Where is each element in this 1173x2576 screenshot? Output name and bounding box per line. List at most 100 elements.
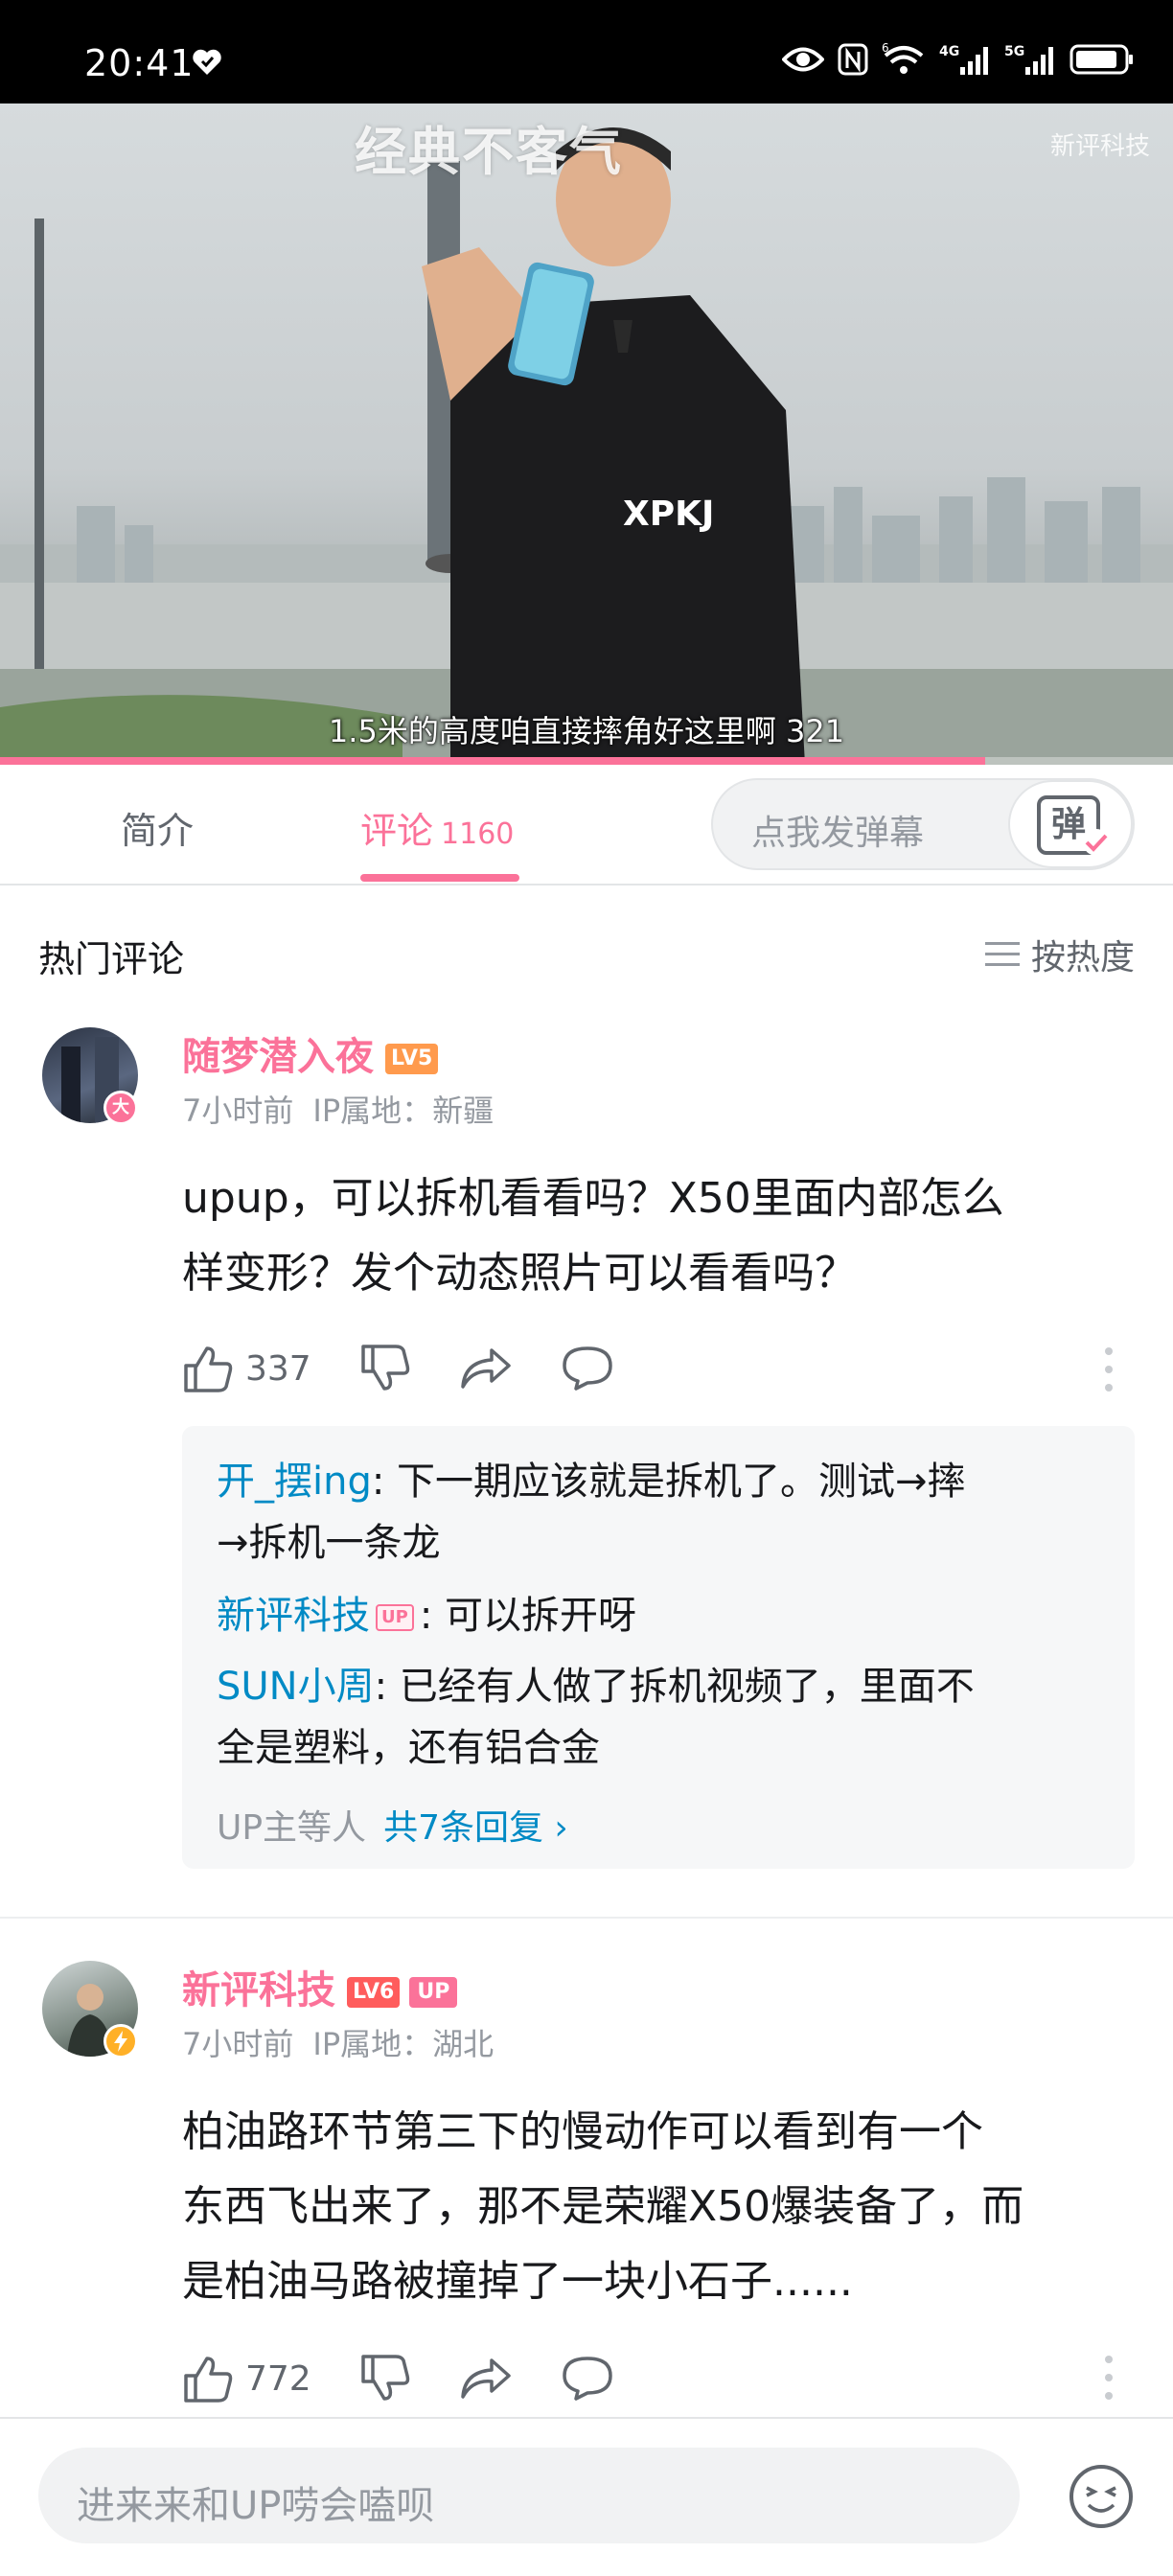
status-time: 20:41 xyxy=(84,42,195,84)
signal-4g-label: 4G xyxy=(939,44,959,59)
reply-text: : 可以拆开呀 xyxy=(419,1594,637,1638)
sort-label: 按热度 xyxy=(1030,938,1135,978)
lightning-icon xyxy=(114,2031,127,2052)
comment-ip: IP属地：湖北 xyxy=(312,2026,494,2062)
signal-5g-label: 5G xyxy=(1004,44,1024,59)
reply-button[interactable] xyxy=(561,1345,614,1392)
wifi-label: 6 xyxy=(882,42,889,55)
reply-text-cont: →拆机一条龙 xyxy=(217,1521,441,1565)
comment-meta: 7小时前 IP属地：湖北 xyxy=(182,2020,494,2064)
signal-5g-icon: 5G xyxy=(1004,44,1053,75)
dislike-button[interactable] xyxy=(359,2353,411,2404)
thumbs-up-icon xyxy=(184,1346,233,1392)
comment-text-line: upup，可以拆机看看吗？X50里面内部怎么 xyxy=(182,1174,1004,1223)
danmaku-input[interactable]: 点我发弹幕 弹 xyxy=(711,778,1135,870)
tab-comments[interactable]: 评论 1160 xyxy=(360,801,514,854)
tab-bar: 简介 评论 1160 点我发弹幕 弹 xyxy=(0,765,1173,886)
video-subtitle: 1.5米的高度咱直接摔角好这里啊 321 xyxy=(328,713,845,749)
emoji-icon[interactable] xyxy=(1068,2463,1135,2530)
comment-text-line: 东西飞出来了，那不是荣耀X50爆装备了，而 xyxy=(182,2182,1024,2231)
verified-badge-icon xyxy=(104,2024,138,2058)
thumbs-down-icon xyxy=(360,1345,409,1391)
share-icon xyxy=(460,2358,511,2399)
up-badge: UP xyxy=(409,1977,458,2008)
reply-text: : 已经有人做了拆机视频了，里面不 xyxy=(374,1665,975,1709)
reply-text-cont: 全是塑料，还有铝合金 xyxy=(217,1726,600,1770)
dislike-button[interactable] xyxy=(359,1343,411,1394)
sort-button[interactable]: 按热度 xyxy=(983,930,1135,979)
video-progress-fill xyxy=(0,757,986,765)
hot-comments-title: 热门评论 xyxy=(38,938,185,980)
reply-username[interactable]: SUN小周 xyxy=(217,1665,375,1709)
wifi-6-icon: 6 xyxy=(882,42,924,74)
like-button[interactable]: 337 xyxy=(182,1343,311,1394)
thumbs-down-icon xyxy=(360,2355,409,2401)
nfc-icon xyxy=(838,43,868,76)
level-badge: LV5 xyxy=(385,1044,439,1074)
like-count: 337 xyxy=(245,1348,311,1389)
signal-4g-icon: 4G xyxy=(939,44,988,75)
comment-input[interactable]: 进来来和UP唠会嗑呗 xyxy=(38,2448,1020,2543)
reply-username[interactable]: 开_摆ing xyxy=(217,1460,372,1504)
danmaku-toggle-button[interactable]: 弹 xyxy=(1008,780,1133,868)
share-icon xyxy=(460,1348,511,1389)
more-options-icon[interactable] xyxy=(1104,2354,1114,2402)
battery-icon xyxy=(1070,44,1133,75)
comment-actions: 772 xyxy=(182,2350,662,2407)
video-player[interactable]: XPKJ 经典不客气 新评科技 1.5米的高度咱直接摔角好这里啊 321 xyxy=(0,104,1173,765)
danmaku-placeholder: 点我发弹幕 xyxy=(751,814,925,853)
tab-intro[interactable]: 简介 xyxy=(121,801,194,854)
comment-meta: 7小时前 IP属地：新疆 xyxy=(182,1087,494,1131)
avatar-badge: 大 xyxy=(104,1091,138,1125)
comment-bubble-icon xyxy=(562,2357,612,2401)
reply-item: 新评科技 UP: 可以拆开呀 xyxy=(217,1585,1108,1646)
comment-text-line: 柏油路环节第三下的慢动作可以看到有一个 xyxy=(182,2107,983,2156)
comment-actions: 337 xyxy=(182,1340,662,1397)
channel-watermark: 新评科技 xyxy=(1049,132,1150,161)
reply-username[interactable]: 新评科技 xyxy=(217,1594,370,1638)
reply-item: 开_摆ing: 下一期应该就是拆机了。测试→摔 →拆机一条龙 xyxy=(217,1451,1108,1574)
like-button[interactable]: 772 xyxy=(182,2353,311,2404)
video-frame: XPKJ xyxy=(0,127,1173,765)
more-options-icon[interactable] xyxy=(1104,1346,1114,1393)
up-badge: UP xyxy=(376,1604,414,1631)
level-badge: LV6 xyxy=(347,1977,401,2008)
comment-text: 柏油路环节第三下的慢动作可以看到有一个 东西飞出来了，那不是荣耀X50爆装备了，… xyxy=(182,2095,1024,2319)
reply-item: SUN小周: 已经有人做了拆机视频了，里面不 全是塑料，还有铝合金 xyxy=(217,1656,1108,1779)
check-icon xyxy=(1083,829,1110,856)
comment-text-line: 是柏油马路被撞掉了一块小石子...... xyxy=(182,2257,853,2306)
like-count: 772 xyxy=(245,2358,311,2399)
comment-time: 7小时前 xyxy=(182,1092,294,1129)
tab-active-indicator xyxy=(360,874,519,882)
thumbs-up-icon xyxy=(184,2357,233,2403)
comment-username[interactable]: 新评科技 LV6 UP xyxy=(182,1959,458,2014)
shirt-text: XPKJ xyxy=(623,494,714,534)
tab-comments-label: 评论 xyxy=(360,810,434,852)
username-text: 新评科技 xyxy=(182,1968,335,2012)
comment-text-line: 样变形？发个动态照片可以看看吗？ xyxy=(182,1249,857,1298)
username-text: 随梦潜入夜 xyxy=(182,1035,374,1079)
comment-input-placeholder: 进来来和UP唠会嗑呗 xyxy=(77,2484,435,2528)
video-watermark: 经典不客气 xyxy=(355,122,623,182)
comment-bubble-icon xyxy=(562,1346,612,1391)
heart-icon xyxy=(193,49,221,75)
share-button[interactable] xyxy=(459,2355,513,2403)
reply-summary: UP主等人 共7条回复 › xyxy=(217,1800,568,1850)
view-replies-link[interactable]: 共7条回复 › xyxy=(383,1808,568,1848)
status-bar: 20:41 6 4G 5G xyxy=(0,0,1173,104)
comment-input-bar: 进来来和UP唠会嗑呗 xyxy=(0,2417,1173,2576)
share-button[interactable] xyxy=(459,1345,513,1392)
comment-username[interactable]: 随梦潜入夜 LV5 xyxy=(182,1025,439,1081)
comment-divider xyxy=(0,1917,1173,1919)
comment-ip: IP属地：新疆 xyxy=(312,1092,494,1129)
tab-comments-count: 1160 xyxy=(441,817,515,851)
eye-icon xyxy=(782,47,824,72)
replies-box[interactable]: 开_摆ing: 下一期应该就是拆机了。测试→摔 →拆机一条龙 新评科技 UP: 可… xyxy=(182,1426,1135,1869)
reply-button[interactable] xyxy=(561,2355,614,2403)
video-progress-bar[interactable] xyxy=(0,757,1173,765)
reply-text: : 下一期应该就是拆机了。测试→摔 xyxy=(371,1460,966,1504)
comment-text: upup，可以拆机看看吗？X50里面内部怎么 样变形？发个动态照片可以看看吗？ xyxy=(182,1162,1004,1311)
reply-summary-text: UP主等人 xyxy=(217,1808,367,1848)
sort-icon xyxy=(984,942,1020,966)
comment-time: 7小时前 xyxy=(182,2026,294,2062)
